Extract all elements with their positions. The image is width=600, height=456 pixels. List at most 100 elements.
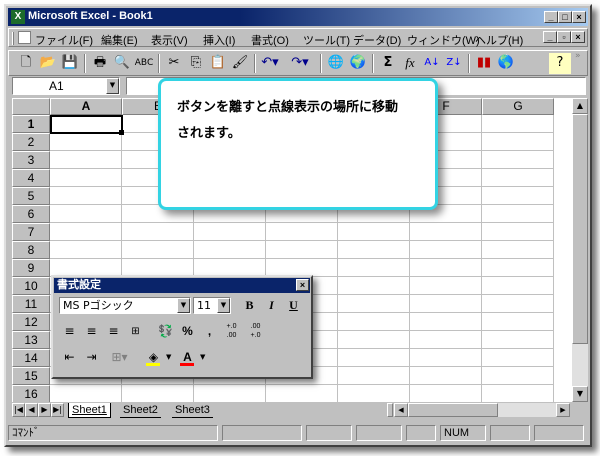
column-header-g[interactable]: G (482, 98, 554, 115)
cell[interactable] (482, 259, 554, 277)
name-box[interactable]: A1 ▼ (12, 77, 120, 95)
tab-split-handle[interactable] (387, 403, 393, 417)
increase-indent-icon[interactable]: ⇥ (81, 348, 102, 368)
formatting-toolbar-close-button[interactable]: × (296, 279, 309, 291)
workbook-icon[interactable] (18, 31, 31, 44)
sort-ascending-icon[interactable]: A↓ (421, 53, 443, 74)
cell[interactable] (410, 349, 482, 367)
row-header-3[interactable]: 3 (12, 151, 50, 169)
cell[interactable] (266, 385, 338, 402)
cell[interactable] (122, 241, 194, 259)
cell[interactable] (50, 187, 122, 205)
bold-button[interactable]: B (239, 296, 260, 316)
font-size-select[interactable]: 11 ▼ (193, 297, 231, 314)
last-sheet-icon[interactable]: ▶| (51, 403, 64, 417)
cell[interactable] (482, 169, 554, 187)
cell[interactable] (50, 241, 122, 259)
italic-button[interactable]: I (261, 296, 282, 316)
font-name-select[interactable]: MS Pゴシック ▼ (59, 297, 191, 314)
align-right-icon[interactable]: ≡ (103, 322, 124, 342)
maximize-button[interactable]: □ (558, 11, 572, 23)
cell[interactable] (338, 349, 410, 367)
cell[interactable] (338, 277, 410, 295)
save-icon[interactable]: 💾 (59, 53, 81, 74)
hyperlink-icon[interactable]: 🌐 (325, 53, 347, 74)
cell[interactable] (122, 223, 194, 241)
format-painter-icon[interactable]: 🖌 (229, 53, 251, 74)
open-icon[interactable]: 📂 (37, 53, 59, 74)
menu-view[interactable]: 表示(V) (151, 32, 188, 48)
menu-help[interactable]: ヘルプ(H) (475, 32, 523, 48)
office-assistant-icon[interactable]: ? (549, 53, 571, 74)
first-sheet-icon[interactable]: |◀ (12, 403, 25, 417)
cell[interactable] (266, 223, 338, 241)
cell[interactable] (266, 241, 338, 259)
cell[interactable] (194, 241, 266, 259)
row-header-16[interactable]: 16 (12, 385, 50, 402)
tab-sheet1[interactable]: Sheet1 (68, 403, 111, 418)
row-header-2[interactable]: 2 (12, 133, 50, 151)
cell[interactable] (410, 241, 482, 259)
map-icon[interactable]: 🌎 (495, 53, 517, 74)
cell[interactable] (410, 259, 482, 277)
row-header-7[interactable]: 7 (12, 223, 50, 241)
align-center-icon[interactable]: ≡ (81, 322, 102, 342)
fill-color-icon[interactable]: ◈ (143, 348, 164, 368)
align-left-icon[interactable]: ≡ (59, 322, 80, 342)
print-icon[interactable]: 🖶 (89, 53, 111, 74)
next-sheet-icon[interactable]: ▶ (38, 403, 51, 417)
increase-decimal-button[interactable]: +.0 .00 (221, 322, 242, 342)
font-color-dropdown-icon[interactable]: ▼ (200, 353, 205, 361)
underline-button[interactable]: U (283, 296, 304, 316)
prev-sheet-icon[interactable]: ◀ (25, 403, 38, 417)
new-icon[interactable]: 🗋 (15, 53, 37, 74)
cell[interactable] (50, 385, 122, 402)
cell[interactable] (338, 313, 410, 331)
scroll-down-icon[interactable]: ▼ (572, 386, 588, 402)
cell[interactable] (410, 295, 482, 313)
font-color-button[interactable]: A (177, 348, 198, 368)
menu-tools[interactable]: ツール(T) (303, 32, 350, 48)
spelling-icon[interactable]: ABC (133, 53, 155, 74)
more-buttons-icon[interactable]: » (575, 51, 581, 61)
cell[interactable] (50, 133, 122, 151)
cell[interactable] (50, 151, 122, 169)
borders-icon[interactable]: ⊞▾ (109, 348, 130, 368)
menu-file[interactable]: ファイル(F) (35, 32, 93, 48)
cell[interactable] (482, 115, 554, 133)
cut-icon[interactable]: ✂ (163, 53, 185, 74)
sort-descending-icon[interactable]: Z↓ (443, 53, 465, 74)
row-header-6[interactable]: 6 (12, 205, 50, 223)
name-box-dropdown-icon[interactable]: ▼ (106, 78, 119, 94)
cell[interactable] (482, 349, 554, 367)
row-header-9[interactable]: 9 (12, 259, 50, 277)
row-header-5[interactable]: 5 (12, 187, 50, 205)
tab-sheet3[interactable]: Sheet3 (172, 403, 213, 418)
menu-data[interactable]: データ(D) (353, 32, 401, 48)
font-size-dropdown-icon[interactable]: ▼ (217, 298, 230, 313)
cell[interactable] (410, 385, 482, 402)
cell[interactable] (482, 187, 554, 205)
cell[interactable] (482, 151, 554, 169)
cell[interactable] (338, 331, 410, 349)
fill-color-dropdown-icon[interactable]: ▼ (166, 353, 171, 361)
cell[interactable] (482, 277, 554, 295)
chart-wizard-icon[interactable]: ▮▮ (473, 53, 495, 74)
hscroll-thumb[interactable] (408, 403, 498, 417)
redo-icon[interactable]: ↷▾ (289, 53, 311, 74)
scroll-right-icon[interactable]: ▶ (556, 403, 570, 417)
copy-icon[interactable]: ⎘ (185, 53, 207, 74)
doc-close-button[interactable]: × (571, 31, 585, 43)
currency-icon[interactable]: 💱 (155, 322, 176, 342)
cell[interactable] (410, 367, 482, 385)
cell[interactable] (482, 205, 554, 223)
autosum-icon[interactable]: Σ (377, 53, 399, 74)
tab-sheet2[interactable]: Sheet2 (120, 403, 161, 418)
cell[interactable] (482, 133, 554, 151)
cell[interactable] (122, 385, 194, 402)
formatting-toolbar-floating[interactable]: 書式設定 × MS Pゴシック ▼ 11 ▼ B I U ≡ ≡ ≡ ⊞ 💱 %… (51, 275, 313, 379)
cell[interactable] (482, 241, 554, 259)
decrease-indent-icon[interactable]: ⇤ (59, 348, 80, 368)
cell[interactable] (482, 367, 554, 385)
row-header-4[interactable]: 4 (12, 169, 50, 187)
